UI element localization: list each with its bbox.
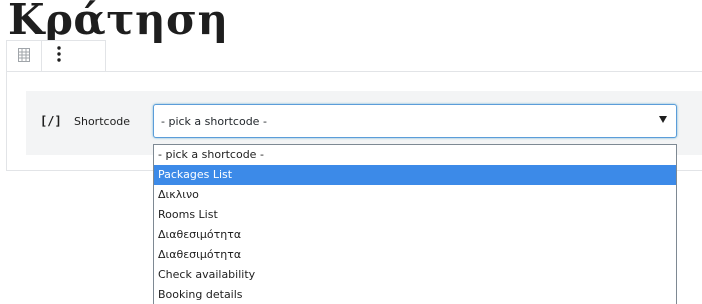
dropdown-option[interactable]: Booking details [154, 285, 676, 304]
dropdown-option[interactable]: Διαθεσιμότητα [154, 225, 676, 245]
dropdown-option[interactable]: Δικλινο [154, 185, 676, 205]
dropdown-option[interactable]: Rooms List [154, 205, 676, 225]
shortcode-select[interactable]: - pick a shortcode - [153, 104, 677, 138]
more-options-button[interactable] [41, 41, 76, 71]
editor-canvas: Κράτηση [/] Shortcode - pick a shortcode… [0, 0, 702, 304]
vertical-ellipsis-icon [57, 46, 61, 66]
shortcode-dropdown-list[interactable]: - pick a shortcode - Packages List Δικλι… [153, 144, 677, 304]
chevron-down-icon [659, 116, 667, 123]
dropdown-option[interactable]: Check availability [154, 265, 676, 285]
block-type-button[interactable] [7, 41, 41, 71]
dropdown-option[interactable]: - pick a shortcode - [154, 145, 676, 165]
dropdown-option-highlighted[interactable]: Packages List [154, 165, 676, 185]
shortcode-select-value: - pick a shortcode - [161, 115, 267, 128]
shortcode-icon: [/] [40, 114, 62, 128]
dropdown-option[interactable]: Διαθεσιμότητα [154, 245, 676, 265]
shortcode-label: Shortcode [74, 115, 131, 128]
block-toolbar [6, 40, 106, 72]
table-block-icon [18, 47, 30, 66]
